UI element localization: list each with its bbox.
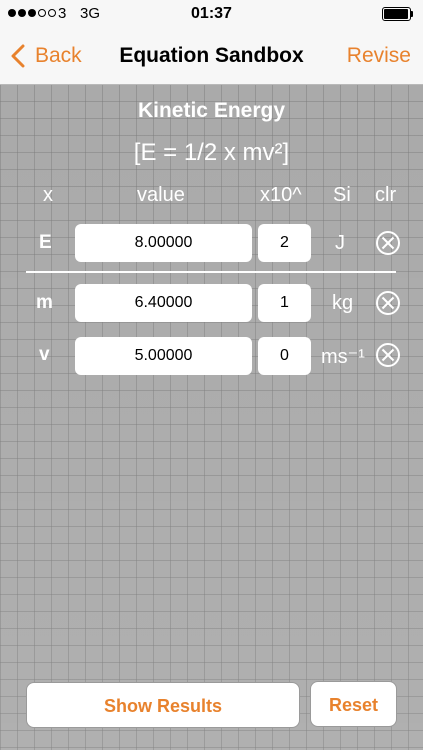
exponent-field-v[interactable]: 0: [258, 337, 311, 375]
result-divider: [26, 271, 396, 273]
clear-button-m[interactable]: [375, 290, 401, 316]
exponent-field-m[interactable]: 1: [258, 284, 311, 322]
clear-button-E[interactable]: [375, 230, 401, 256]
value-field-m[interactable]: 6.40000: [75, 284, 252, 322]
screen: 3 3G 01:37 Back Equation Sandbox Revise …: [0, 0, 423, 750]
variable-label-E: E: [39, 232, 52, 253]
revise-button[interactable]: Revise: [347, 44, 411, 68]
reset-button[interactable]: Reset: [310, 681, 397, 727]
clear-button-v[interactable]: [375, 342, 401, 368]
column-header-exponent: x10^: [260, 184, 302, 206]
unit-label-v: ms⁻¹: [321, 346, 365, 368]
back-button[interactable]: Back: [10, 42, 82, 70]
variable-label-v: v: [39, 344, 50, 365]
value-field-v[interactable]: 5.00000: [75, 337, 252, 375]
back-button-label: Back: [35, 44, 82, 67]
column-header-clear: clr: [375, 184, 397, 206]
status-bar: 3 3G 01:37: [0, 0, 423, 28]
column-header-variable: x: [43, 184, 53, 206]
battery-icon: [382, 7, 414, 21]
navigation-bar: Back Equation Sandbox Revise: [0, 28, 423, 85]
equation-name: Kinetic Energy: [137, 99, 286, 122]
variable-label-m: m: [36, 292, 53, 313]
equation-formula: [E = 1/2 x mv²]: [133, 139, 290, 166]
show-results-button[interactable]: Show Results: [26, 682, 300, 728]
chevron-left-icon: [11, 44, 25, 68]
column-header-si: Si: [333, 184, 351, 206]
status-time: 01:37: [191, 5, 232, 22]
exponent-field-E[interactable]: 2: [258, 224, 311, 262]
unit-label-m: kg: [332, 292, 354, 314]
unit-label-E: J: [335, 232, 345, 254]
column-header-value: value: [137, 184, 185, 206]
value-field-E[interactable]: 8.00000: [75, 224, 252, 262]
